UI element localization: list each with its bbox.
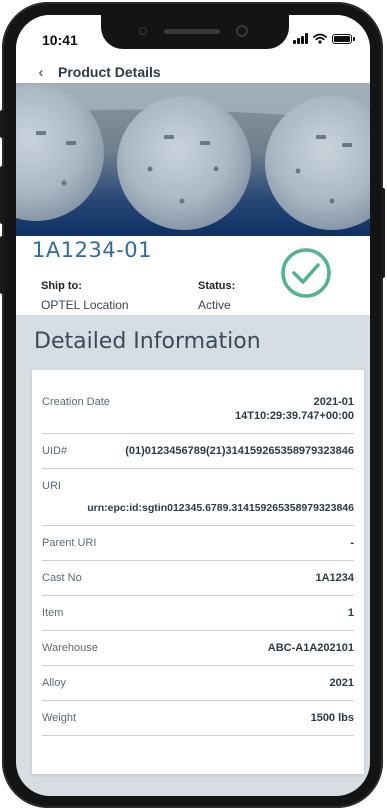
detail-label: Parent URI <box>42 537 97 549</box>
power-button <box>381 188 385 278</box>
page-title: Product Details <box>58 64 161 80</box>
detail-label: Item <box>42 607 64 619</box>
detail-row-weight: Weight 1500 lbs <box>42 701 354 736</box>
status-label: Status: <box>198 280 236 292</box>
screen: 10:41 ‹ Product Details 1A1234-01 Ship t… <box>16 15 370 796</box>
sensor <box>139 27 147 35</box>
ship-to-label: Ship to: <box>41 280 82 292</box>
ship-to-value: OPTEL Location <box>41 298 129 312</box>
wifi-icon <box>313 33 327 44</box>
detail-value: 2021 <box>329 677 354 689</box>
product-id: 1A1234-01 <box>32 238 152 262</box>
detail-label: URI <box>42 480 61 492</box>
detail-label: Cast No <box>42 572 82 584</box>
product-image <box>16 83 370 236</box>
detail-value: 1 <box>347 607 354 619</box>
detail-row-uid: UID# (01)0123456789(21)31415926535897932… <box>42 434 354 469</box>
detail-value: 14T10:29:39.747+00:00 <box>235 410 354 422</box>
details-list: Creation Date 2021-01 14T10:29:39.747+00… <box>42 380 354 736</box>
status-time: 10:41 <box>42 32 78 48</box>
section-title: Detailed Information <box>34 329 261 354</box>
detail-label: UID# <box>42 445 68 457</box>
notch <box>101 15 289 49</box>
detail-value: urn:epc:id:sgtin012345.6789.314159265358… <box>87 502 354 514</box>
detail-value: 1A1234 <box>315 572 354 584</box>
chevron-left-icon[interactable]: ‹ <box>26 61 56 83</box>
detail-row-alloy: Alloy 2021 <box>42 666 354 701</box>
detail-value: (01)0123456789(21)31415926535897932384​6 <box>125 445 354 457</box>
volume-up-button <box>0 166 4 224</box>
detail-row-warehouse: Warehouse ABC-A1A202101 <box>42 631 354 666</box>
detail-row-parent-uri: Parent URI - <box>42 526 354 561</box>
detail-label: Creation Date <box>42 396 110 408</box>
detail-value: ABC-A1A202101 <box>267 642 354 654</box>
phone-frame: 10:41 ‹ Product Details 1A1234-01 Ship t… <box>0 2 385 808</box>
speaker <box>164 29 220 34</box>
battery-icon <box>332 34 355 44</box>
nav-header: ‹ Product Details <box>16 61 370 83</box>
check-circle-icon <box>281 248 331 298</box>
details-card: Creation Date 2021-01 14T10:29:39.747+00… <box>32 370 364 774</box>
detail-value: - <box>350 537 354 549</box>
signal-icon <box>293 33 308 44</box>
detail-row-cast-no: Cast No 1A1234 <box>42 561 354 596</box>
front-camera <box>236 25 248 37</box>
detail-row-item: Item 1 <box>42 596 354 631</box>
detail-row-uri: URI urn:epc:id:sgtin012345.6789.31415926… <box>42 469 354 526</box>
detail-row-creation-date: Creation Date 2021-01 14T10:29:39.747+00… <box>42 380 354 434</box>
detail-value: 2021-01 <box>313 396 354 408</box>
detail-label: Alloy <box>42 677 66 689</box>
status-icons <box>293 33 355 44</box>
silent-switch <box>0 110 4 138</box>
detail-label: Warehouse <box>42 642 98 654</box>
status-value: Active <box>198 298 231 312</box>
volume-down-button <box>0 236 4 294</box>
detail-label: Weight <box>42 712 77 724</box>
product-summary: 1A1234-01 Ship to: OPTEL Location Status… <box>16 236 370 315</box>
detail-value: 1500 lbs <box>310 712 354 724</box>
status-bar: 10:41 <box>16 15 370 61</box>
